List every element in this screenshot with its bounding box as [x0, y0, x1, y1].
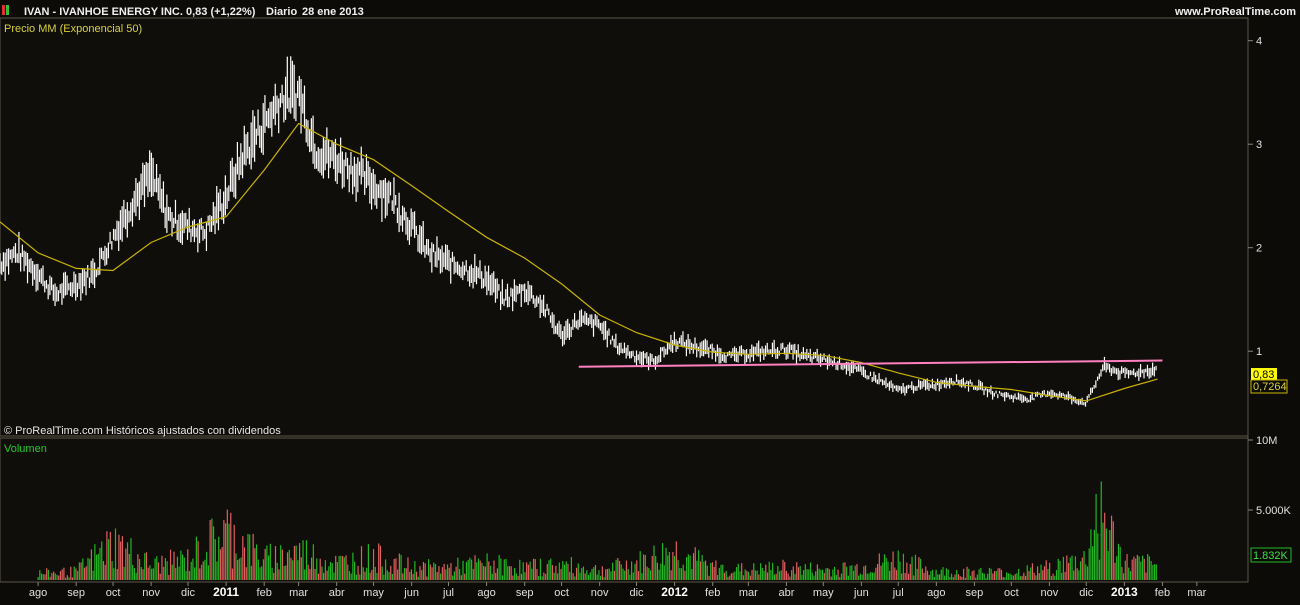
timeframe-label: Diario [266, 6, 297, 18]
chart-window: IVAN - IVANHOE ENERGY INC. 0,83 (+1,22%)… [0, 0, 1300, 600]
price-y-tick-label: 4 [1256, 36, 1262, 48]
x-tick-label: dic [181, 587, 196, 599]
ema-value-badge: 0,7264 [1250, 379, 1288, 394]
x-tick-label: ago [29, 587, 47, 599]
x-tick-label: jul [442, 587, 454, 599]
chart-type-icon-green [6, 5, 9, 15]
x-tick-label: nov [1041, 587, 1059, 599]
x-tick-label: mar [739, 587, 758, 599]
last-volume-badge-text: 1.832K [1253, 550, 1289, 562]
x-tick-label: abr [778, 587, 794, 599]
volume-label: Volumen [4, 443, 47, 455]
x-tick-label: abr [329, 587, 345, 599]
chart-type-icon-red [2, 5, 5, 15]
quote-value: 0,83 (+1,22%) [186, 6, 256, 18]
last-price-badge: 0,83 [1251, 368, 1277, 381]
copyright-label: © ProRealTime.com Históricos ajustados c… [4, 425, 281, 437]
x-tick-label: sep [966, 587, 984, 599]
x-tick-label: dic [629, 587, 644, 599]
x-tick-label: mar [289, 587, 308, 599]
x-tick-label: oct [554, 587, 569, 599]
volume-y-tick-label: 10M [1256, 435, 1277, 447]
indicator-label: Precio MM (Exponencial 50) [4, 23, 142, 35]
x-tick-label: ago [927, 587, 945, 599]
site-link[interactable]: www.ProRealTime.com [1174, 6, 1296, 18]
ema-value-badge-text: 0,7264 [1253, 381, 1287, 393]
x-tick-label: sep [516, 587, 534, 599]
x-tick-label: 2011 [213, 585, 239, 599]
symbol-title: IVAN - IVANHOE ENERGY INC. [24, 6, 183, 18]
volume-y-tick-label: 5.000K [1256, 505, 1292, 517]
x-tick-label: feb [257, 587, 272, 599]
x-tick-label: may [363, 587, 384, 599]
x-tick-label: ago [477, 587, 495, 599]
x-tick-label: jul [892, 587, 904, 599]
x-tick-label: sep [67, 587, 85, 599]
date-label: 28 ene 2013 [302, 6, 364, 18]
x-tick-label: 2012 [661, 585, 688, 599]
x-tick-label: feb [705, 587, 720, 599]
price-y-tick-label: 3 [1256, 139, 1262, 151]
x-tick-label: 2013 [1111, 585, 1138, 599]
x-tick-label: nov [142, 587, 160, 599]
last-volume-badge: 1.832K [1250, 547, 1292, 563]
x-tick-label: dic [1079, 587, 1094, 599]
x-tick-label: jun [853, 587, 869, 599]
price-y-tick-label: 1 [1256, 346, 1262, 358]
chart-svg: IVAN - IVANHOE ENERGY INC. 0,83 (+1,22%)… [0, 0, 1300, 600]
last-price-badge-text: 0,83 [1253, 369, 1274, 381]
x-tick-label: jun [403, 587, 419, 599]
x-tick-label: may [813, 587, 834, 599]
x-tick-label: feb [1155, 587, 1170, 599]
x-tick-label: mar [1187, 587, 1206, 599]
price-y-tick-label: 2 [1256, 243, 1262, 255]
x-tick-label: oct [106, 587, 121, 599]
x-tick-label: oct [1004, 587, 1019, 599]
x-tick-label: nov [591, 587, 609, 599]
